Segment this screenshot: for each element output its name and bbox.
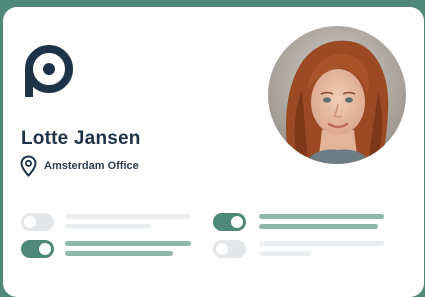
setting-toggle-1[interactable] [21,213,54,231]
location-row: Amsterdam Office [20,155,139,177]
profile-photo [268,26,406,164]
toggle-knob [216,243,228,255]
location-label: Amsterdam Office [44,160,139,172]
setting-toggle-2[interactable] [213,213,246,231]
profile-card: Lotte Jansen Amsterdam Office [3,7,424,297]
setting-toggle-4[interactable] [213,240,246,258]
setting-toggle-3[interactable] [21,240,54,258]
setting-label-placeholder [259,241,384,246]
setting-description-placeholder [259,224,378,229]
setting-description-placeholder [65,251,173,256]
toggle-knob [39,243,51,255]
location-pin-icon [20,155,37,177]
setting-description-placeholder [65,224,151,229]
toggle-knob [231,216,243,228]
brand-logo-icon [25,45,73,97]
profile-name: Lotte Jansen [21,128,141,149]
avatar [268,26,406,164]
setting-label-placeholder [65,241,191,246]
toggle-knob [24,216,36,228]
setting-description-placeholder [259,251,311,256]
setting-label-placeholder [65,214,191,219]
setting-label-placeholder [259,214,384,219]
